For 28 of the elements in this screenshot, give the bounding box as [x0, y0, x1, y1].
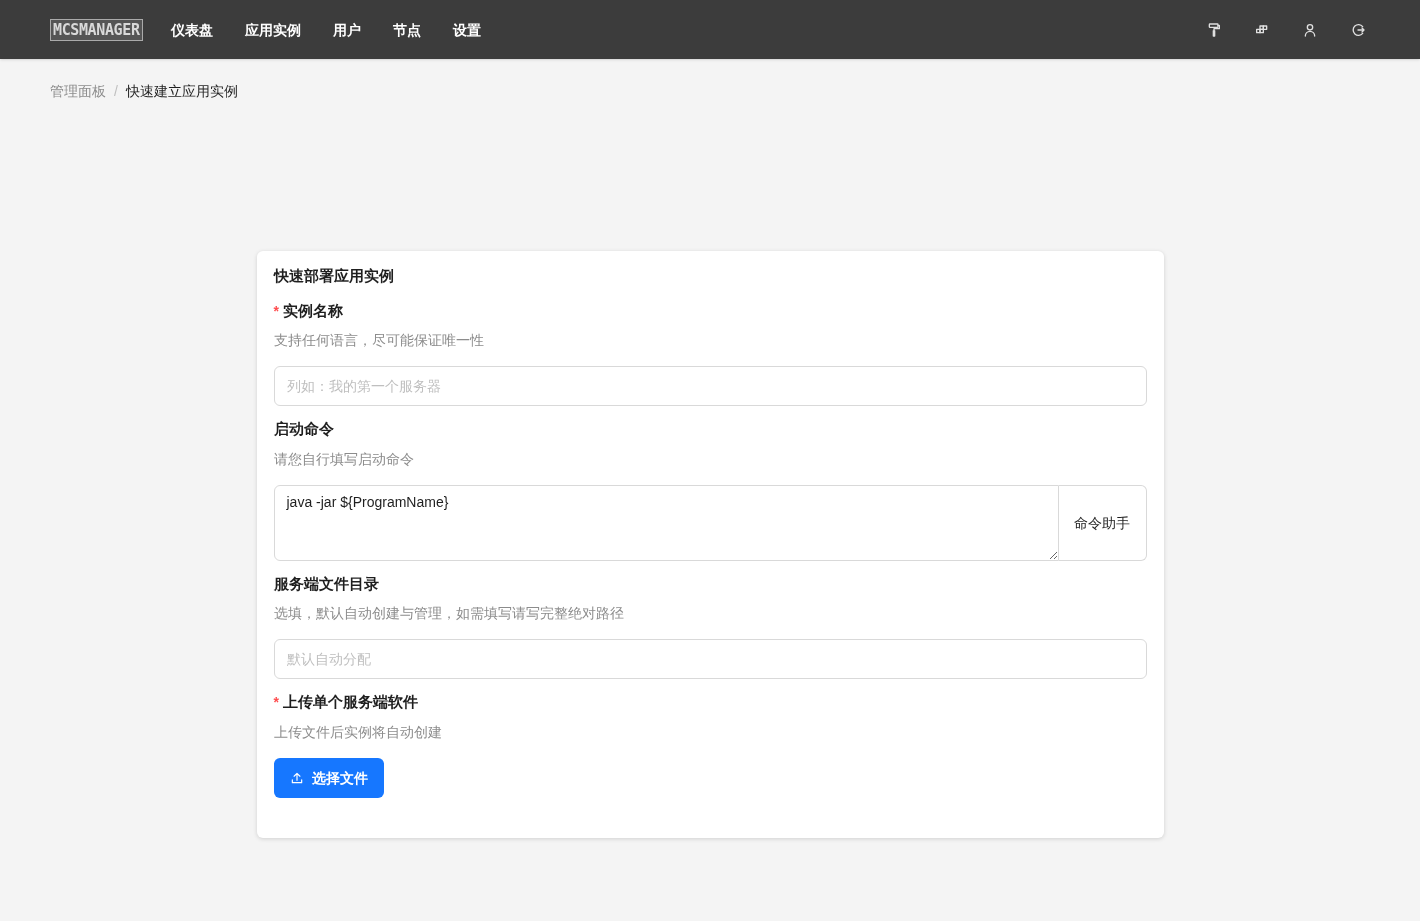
- nav-link[interactable]: 设置: [436, 19, 497, 40]
- field-hint: 支持任何语言，尽可能保证唯一性: [273, 331, 485, 350]
- paint-roller-icon: [1206, 21, 1222, 38]
- nav-link[interactable]: 应用实例: [228, 19, 317, 40]
- field-label: 实例名称: [282, 300, 343, 321]
- breadcrumb-current: 快速建立应用实例: [125, 82, 238, 101]
- text-field[interactable]: 默认自动分配: [273, 639, 1147, 679]
- command-field[interactable]: java -jar ${ProgramName}: [273, 484, 1059, 561]
- required-mark: *: [273, 301, 279, 321]
- field-hint: 请您自行填写启动命令: [273, 449, 415, 469]
- choose-file-button[interactable]: 选择文件: [273, 757, 384, 798]
- breadcrumb-separator: /: [114, 82, 118, 101]
- command-helper-button[interactable]: 命令助手: [1058, 484, 1147, 561]
- field-label: 启动命令: [273, 419, 334, 439]
- card-title: 快速部署应用实例: [273, 266, 395, 286]
- required-mark: *: [273, 693, 279, 713]
- logout-icon: [1350, 21, 1366, 38]
- nav-link[interactable]: 节点: [376, 19, 437, 40]
- field-label: 上传单个服务端软件: [282, 692, 418, 712]
- upload-icon: [289, 770, 304, 785]
- user-icon: [1302, 21, 1318, 38]
- text-field[interactable]: 列如：我的第一个服务器: [273, 366, 1147, 406]
- field-hint: 上传文件后实例将自动创建: [273, 722, 443, 742]
- nav-link[interactable]: 用户: [316, 19, 377, 40]
- field-label: 服务端文件目录: [273, 573, 379, 594]
- field-hint: 选填，默认自动创建与管理，如需填写请写完整绝对路径: [273, 604, 625, 623]
- nav-link[interactable]: 仪表盘: [154, 19, 229, 40]
- logo[interactable]: MCSMANAGER: [50, 18, 143, 41]
